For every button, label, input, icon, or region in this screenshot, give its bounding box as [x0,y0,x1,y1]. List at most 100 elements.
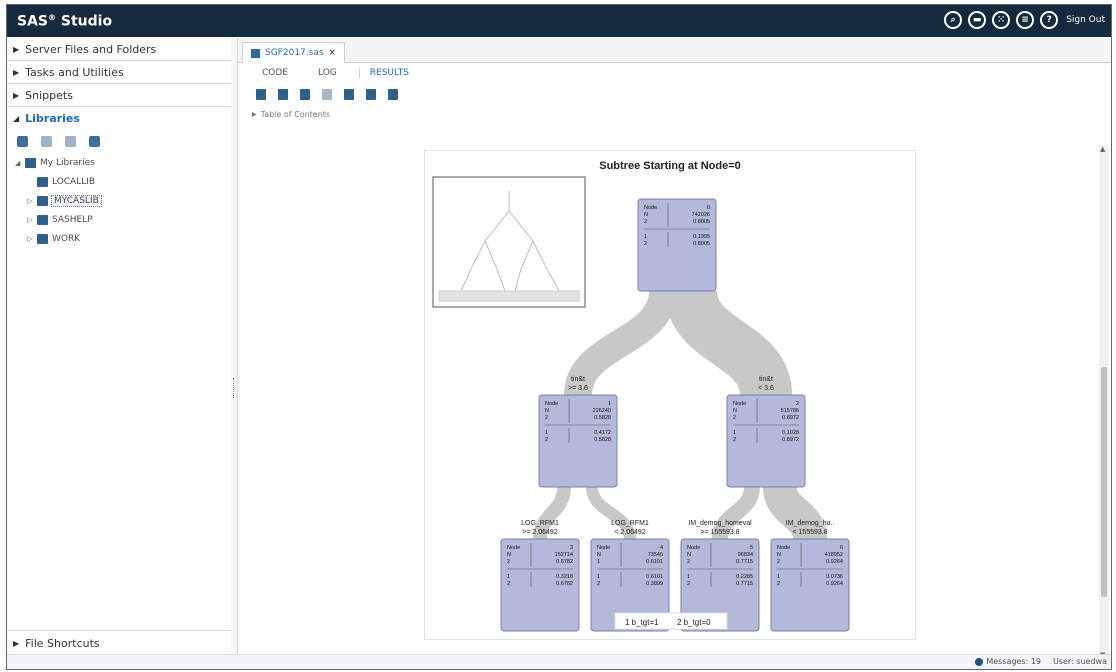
tab-code[interactable]: CODE [262,68,288,78]
view-tabs: CODE LOG RESULTS [238,63,1111,83]
maximize-icon[interactable] [388,88,398,100]
split-variable-label: tin&t [571,376,585,383]
node-class-label: 1 [733,430,736,436]
node-class-value: 0.8972 [782,437,799,443]
tree-item-mycaslib[interactable]: ▷ MYCASLIB [15,191,231,210]
tree-item-label: SASHELP [52,214,93,225]
section-libraries[interactable]: ◢ Libraries [7,107,231,129]
node-n-value: 96834 [738,552,753,558]
node-class-label: 1 [777,574,780,580]
node-n-value: 515786 [781,408,799,414]
results-toolbar [238,83,1111,105]
node-class-value: 0.0736 [826,574,843,580]
html-icon[interactable] [256,88,266,100]
node-predicted-value: 0.8972 [782,415,799,421]
section-label: Snippets [25,88,73,102]
node-id-value: 2 [796,401,799,407]
split-rule-label: >= 2.06492 [522,529,558,536]
section-label: Libraries [25,111,80,125]
node-predicted-value: 0.7715 [736,559,753,565]
node-class-value: 0.2285 [736,574,753,580]
node-n-value: 73546 [648,552,663,558]
open-in-new-icon[interactable] [366,88,376,100]
node-predicted-value: 0.6782 [556,559,573,565]
tree-item-my-libraries[interactable]: ◢ My Libraries [15,153,231,172]
folder-open-icon[interactable]: ▬ [968,11,987,29]
node-id-label: Node [644,205,657,211]
user-label: User: suedwa [1052,657,1107,666]
results-scrollbar[interactable]: ▲ ▼ [1099,145,1109,659]
node-class-value: 0.6782 [556,581,573,587]
tree-svg: Subtree Starting at Node=0 Node 0 N 742026 2 0… [432,160,850,632]
node-predicted-value: 0.5828 [594,415,611,421]
tab-log[interactable]: LOG [318,68,337,78]
node-class-label: 2 [545,437,548,443]
refresh-icon[interactable] [89,135,100,147]
messages-indicator[interactable]: Messages: 19 [975,657,1041,666]
table-of-contents-toggle[interactable]: ▶ Table of Contents [238,105,1111,123]
download-icon[interactable] [322,88,332,100]
node-class-label: 2 [507,581,510,587]
decision-tree-chart: Subtree Starting at Node=0 Node 0 N 742026 2 0… [424,150,916,640]
node-id-value: 4 [660,545,663,551]
section-server-files[interactable]: ▶ Server Files and Folders [7,38,231,61]
node-predicted-value: 0.8005 [693,219,710,225]
node-class-label: 1 [597,574,600,580]
node-predicted-label: 2 [777,559,780,565]
scroll-up-icon[interactable]: ▲ [1100,145,1105,153]
splitter-grip-icon [233,378,236,398]
print-icon[interactable] [344,88,354,100]
tree-item-label: WORK [52,233,81,244]
library-toolbar [7,129,231,153]
node-id-label: Node [733,401,746,407]
split-rule-label: < 3.6 [758,385,774,392]
scroll-thumb[interactable] [1101,367,1107,597]
pdf-icon[interactable] [278,88,288,100]
node-class-label: 2 [777,581,780,587]
node-class-label: 2 [687,581,690,587]
node-id-value: 3 [570,545,573,551]
expand-triangle-icon: ▷ [27,234,33,243]
help-icon[interactable]: ? [1040,11,1059,29]
section-snippets[interactable]: ▶ Snippets [7,84,231,107]
split-rule-label: < 155593.8 [792,529,827,536]
close-tab-icon[interactable]: × [329,48,337,58]
split-variable-label: IM_demog_homeval [688,520,752,527]
rtf-icon[interactable] [300,88,310,100]
tab-results[interactable]: RESULTS [358,68,409,78]
node-class-value: 0.5828 [594,437,611,443]
split-rule-label: >= 155593.8 [700,529,739,536]
tree-item-work[interactable]: ▷ WORK [15,229,231,248]
node-class-value: 0.1995 [693,234,710,240]
section-file-shortcuts[interactable]: ▶ File Shortcuts [7,630,231,655]
menu-list-icon[interactable]: ≡ [1016,11,1035,29]
section-tasks[interactable]: ▶ Tasks and Utilities [7,61,231,84]
tree-item-sashelp[interactable]: ▷ SASHELP [15,210,231,229]
file-tab[interactable]: SGF2017.sas × [242,42,346,63]
expand-triangle-icon: ▶ [13,67,20,77]
search-icon[interactable]: ⌕ [944,11,963,29]
tree-item-locallib[interactable]: LOCALLIB [15,172,231,191]
sign-out-link[interactable]: Sign Out [1066,15,1105,25]
node-n-value: 418952 [825,552,843,558]
node-id-label: Node [597,545,610,551]
library-icon [37,176,48,187]
node-predicted-value: 0.6101 [646,559,663,565]
expand-triangle-icon: ▶ [13,44,20,54]
tree-item-label: LOCALLIB [52,176,96,187]
delete-icon[interactable] [41,135,52,147]
section-label: Tasks and Utilities [25,65,124,79]
node-predicted-label: 2 [545,415,548,421]
apps-grid-icon[interactable]: ⁙ [992,11,1011,29]
node-id-value: 6 [840,545,843,551]
properties-icon[interactable] [65,135,76,147]
pane-splitter[interactable] [231,38,238,669]
node-class-value: 0.3218 [556,574,573,580]
node-n-label: N [545,408,549,414]
node-predicted-label: 1 [597,559,600,565]
node-n-value: 226240 [593,408,611,414]
file-tab-strip: SGF2017.sas × [238,38,1111,63]
node-predicted-label: 2 [687,559,690,565]
new-library-icon[interactable] [17,135,28,147]
node-class-label: 1 [545,430,548,436]
